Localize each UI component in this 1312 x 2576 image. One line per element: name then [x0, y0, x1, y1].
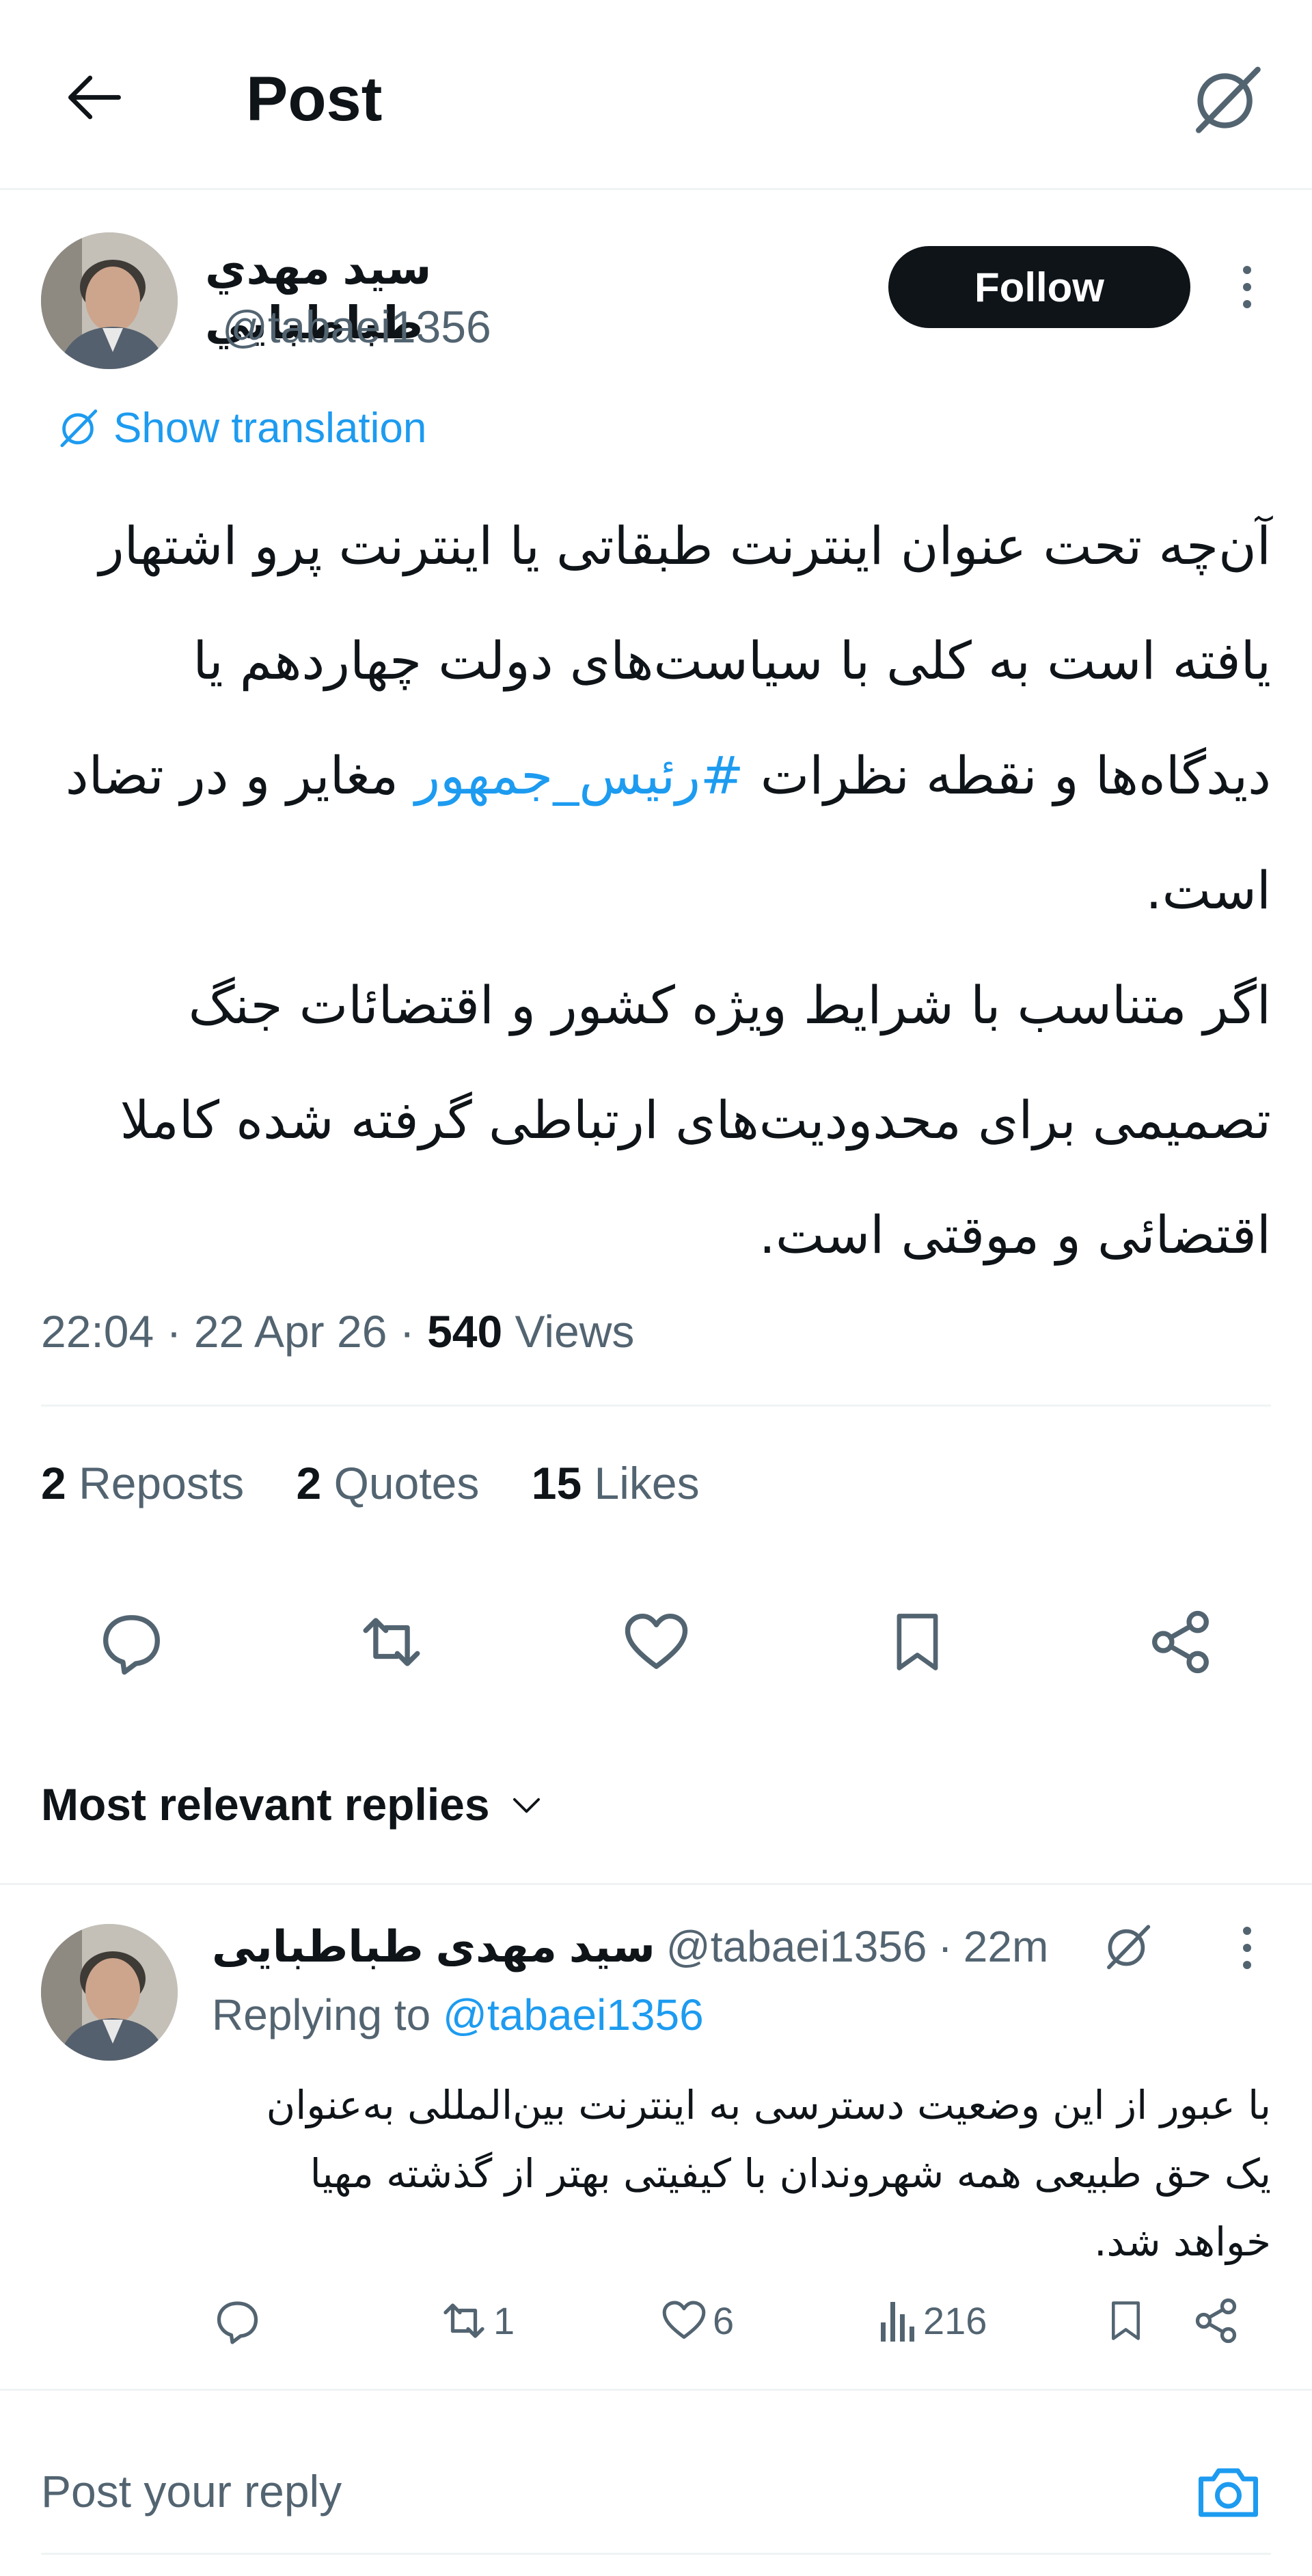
translate-icon [55, 405, 101, 451]
reply-author-name[interactable]: سید مهدی طباطبایی [212, 1919, 655, 1974]
replies-sort-dropdown[interactable]: Most relevant replies [41, 1774, 545, 1835]
replying-to-handle[interactable]: @tabaei1356 [443, 1990, 704, 2039]
reply-input[interactable]: Post your reply [41, 2464, 342, 2519]
reply-reply-icon[interactable] [212, 2295, 263, 2346]
reply-avatar[interactable] [41, 1924, 178, 2061]
author-handle[interactable]: @tabaei1356 [222, 299, 491, 354]
reply-views-count: 216 [923, 2299, 987, 2342]
reply-composer: Post your reply [0, 2392, 1312, 2576]
reply-repost-icon [437, 2295, 491, 2346]
avatar[interactable] [41, 232, 178, 369]
reply-like-count: 6 [713, 2299, 735, 2342]
reply-action-bar: 1 6 216 [212, 2290, 1278, 2351]
replies-divider [0, 1883, 1312, 1885]
reply-views-button[interactable]: 216 [878, 2290, 987, 2351]
replying-to: Replying to @tabaei1356 [212, 1990, 704, 2039]
reply-header: سید مهدی طباطبایی @tabaei1356 · 22m [212, 1919, 1048, 1974]
reply-repost-count: 1 [493, 2299, 515, 2342]
more-icon[interactable] [1230, 263, 1264, 311]
views-count[interactable]: 540 [427, 1306, 502, 1357]
grok-icon[interactable] [1186, 58, 1268, 140]
quotes-stat[interactable]: 2 Quotes [297, 1458, 480, 1508]
reply-divider [0, 2389, 1312, 2391]
follow-button[interactable]: Follow [888, 246, 1190, 328]
hashtag-link[interactable]: #رئیس_جمهور [415, 745, 743, 806]
like-icon[interactable] [620, 1606, 692, 1678]
views-icon [878, 2296, 919, 2344]
tweet-date: 22 Apr 26 [193, 1306, 387, 1357]
tweet-meta: 22:04 · 22 Apr 26 · 540 Views [41, 1306, 635, 1357]
reply-handle[interactable]: @tabaei1356 [666, 1919, 927, 1974]
reply-like-button[interactable]: 6 [659, 2290, 734, 2351]
views-label[interactable]: Views [515, 1306, 635, 1357]
chevron-down-icon [508, 1786, 545, 1823]
tweet-paragraph-2: اگر متناسب با شرایط ویژه کشور و اقتضائات… [120, 975, 1271, 1265]
repost-icon[interactable] [354, 1606, 429, 1678]
back-arrow-icon[interactable] [62, 65, 126, 130]
show-translation-link[interactable]: Show translation [55, 401, 426, 455]
reply-like-icon [659, 2296, 709, 2345]
tweet-paragraph-1: آن‌چه تحت عنوان اینترنت طبقاتی یا اینترن… [65, 515, 1271, 921]
page-title: Post [246, 64, 383, 134]
meta-divider [41, 1405, 1271, 1407]
follow-label: Follow [974, 264, 1104, 310]
reply-more-icon[interactable] [1230, 1924, 1264, 1972]
reposts-stat[interactable]: 2 Reposts [41, 1458, 244, 1508]
reply-bookmark-icon[interactable] [1104, 2295, 1148, 2346]
share-icon[interactable] [1145, 1606, 1216, 1678]
header-divider [0, 188, 1312, 190]
composer-underline [41, 2553, 1271, 2555]
tweet-time: 22:04 [41, 1306, 154, 1357]
likes-stat[interactable]: 15 Likes [532, 1458, 700, 1508]
reply-share-icon[interactable] [1190, 2295, 1242, 2346]
reply-time[interactable]: 22m [964, 1919, 1049, 1974]
engagement-stats: 2 Reposts 2 Quotes 15 Likes [41, 1456, 700, 1510]
reply-repost-button[interactable]: 1 [437, 2290, 515, 2351]
camera-icon[interactable] [1192, 2457, 1264, 2525]
translate-label: Show translation [113, 404, 427, 452]
bookmark-icon[interactable] [885, 1606, 950, 1678]
reply-grok-icon[interactable] [1100, 1919, 1155, 1974]
reply-text: با عبور از این وضعیت دسترسی به اینترنت ب… [266, 2082, 1271, 2265]
replies-sort-label: Most relevant replies [41, 1779, 490, 1830]
reply-icon[interactable] [96, 1606, 167, 1678]
tweet-text: آن‌چه تحت عنوان اینترنت طبقاتی یا اینترن… [41, 489, 1271, 1292]
